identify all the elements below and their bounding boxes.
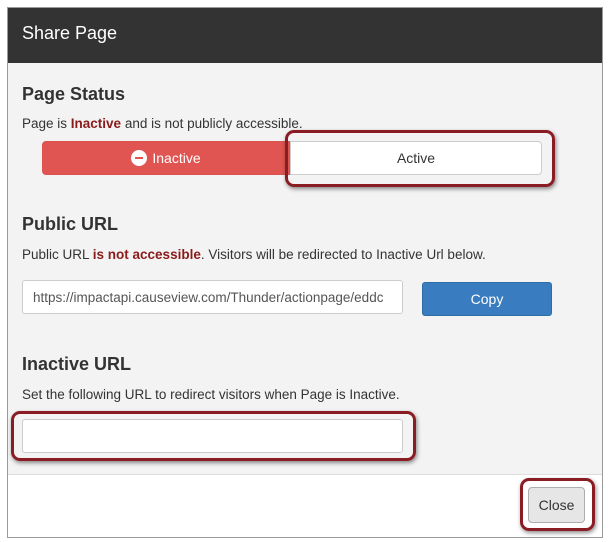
public-url-heading: Public URL	[22, 214, 119, 234]
inactive-url-heading: Inactive URL	[22, 354, 132, 374]
page-status-text: Page is Inactive and is not publicly acc…	[22, 116, 303, 131]
inactive-toggle-label: Inactive	[152, 150, 201, 166]
inactive-toggle-button[interactable]: Inactive	[42, 141, 290, 175]
close-button[interactable]: Close	[528, 487, 585, 523]
modal-header: Share Page	[8, 8, 602, 63]
modal-body: Page Status Page is Inactive and is not …	[8, 63, 602, 475]
copy-button[interactable]: Copy	[422, 282, 552, 316]
public-url-text: Public URL is not accessible. Visitors w…	[22, 247, 486, 262]
active-toggle-button[interactable]: Active	[290, 141, 542, 175]
page-status-heading: Page Status	[22, 84, 126, 104]
active-toggle-label: Active	[396, 150, 436, 166]
not-accessible-phrase: is not accessible	[92, 247, 201, 262]
minus-circle-icon	[131, 150, 148, 166]
modal-title: Share Page	[22, 23, 118, 43]
inactive-url-input[interactable]	[22, 419, 403, 453]
inactive-url-help: Set the following URL to redirect visito…	[22, 387, 400, 402]
public-url-input[interactable]	[22, 280, 403, 314]
status-inactive-word: Inactive	[70, 116, 122, 131]
share-page-modal: Share Page Page Status Page is Inactive …	[7, 7, 603, 538]
